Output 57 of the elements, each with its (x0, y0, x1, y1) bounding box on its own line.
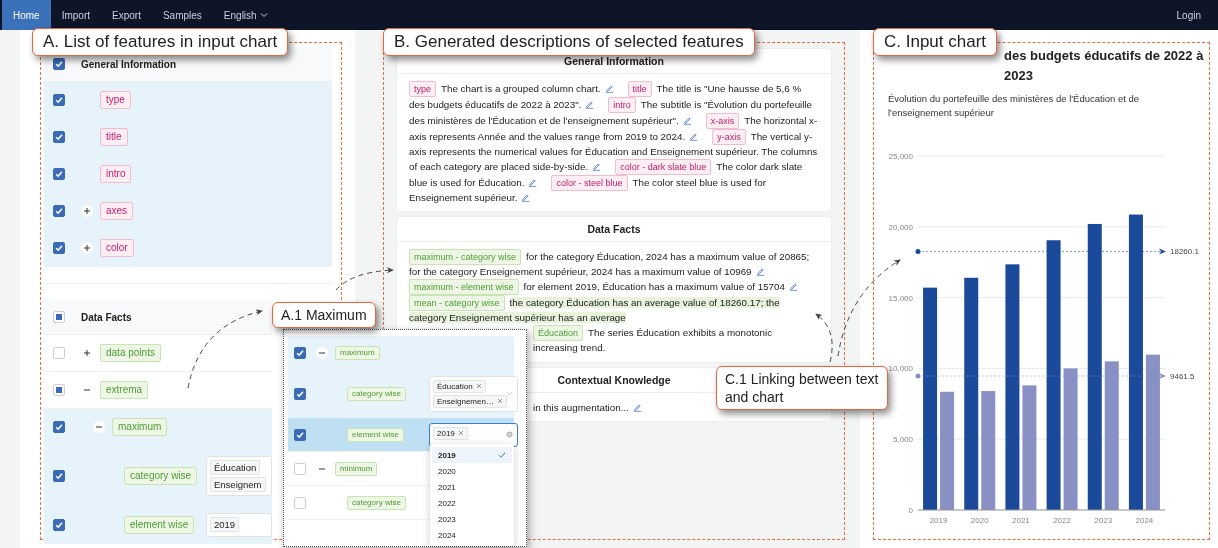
feature-tag: category wise (347, 495, 406, 510)
feature-tag: color (100, 239, 134, 257)
axis-label: 2019 (929, 516, 948, 525)
mean-label: 9461.5 (1170, 372, 1195, 382)
axis-label: 2024 (1135, 516, 1154, 525)
feature-tag: title (100, 128, 128, 146)
feature-tag: title (627, 81, 652, 97)
callout-label: A.1 Maximum (272, 302, 376, 328)
group-title: Data Facts (81, 311, 133, 323)
feature-tag: maximum (335, 345, 380, 360)
feature-tag: extrema (100, 381, 149, 399)
feature-tag: type (100, 91, 131, 109)
chart-title: des budgets éducatifs de 2022 à 2023 (1004, 47, 1204, 85)
chip-label: Éducation (214, 462, 257, 473)
axis-label: 0 (908, 506, 913, 515)
mean-label: 18260.1 (1170, 247, 1199, 257)
callout-label: B. Generated descriptions of selected features (383, 28, 755, 56)
chip-label: 2019 (214, 519, 236, 530)
feature-tag: type (409, 81, 436, 97)
axis-label: 15,000 (888, 293, 913, 303)
feature-tag: intro (608, 97, 636, 113)
description-paragraph: maximum - category wise for the category Éducation, 2024 has a maximum value of 20865; for the category Enseignement supérieur, 2024 has a maximum value of 10969 maximum - element wise for element 2019, Éducation has a maximum value of 15704 mean - category wise the category Éducation has an average value of 18260.17; the category Enseignement supérieur has an average (409, 249, 811, 324)
callout-label: C. Input chart (873, 28, 998, 56)
feature-tag: y-axis (712, 129, 746, 145)
feature-tag: data points (100, 344, 161, 362)
group-title: General Information (81, 58, 177, 70)
axis-label: 2022 (1053, 516, 1071, 525)
axis-label: 20,000 (888, 222, 913, 232)
feature-tag: maximum - category wise (409, 249, 522, 265)
section-title: Data Facts (397, 217, 831, 242)
chip-label: 2019 (437, 428, 455, 438)
feature-tag: intro (100, 165, 132, 183)
feature-tag: maximum - element wise (409, 278, 519, 295)
feature-tag: maximum (112, 418, 168, 436)
axis-label: 2021 (1012, 516, 1030, 525)
feature-tag: x-axis (705, 113, 740, 129)
feature-tag: element wise (347, 427, 404, 442)
chip-label: Éducation (437, 381, 473, 391)
callout-label: A. List of features in input chart (32, 28, 289, 56)
feature-tag: color - dark slate blue (615, 158, 712, 175)
feature-tag: element wise (124, 516, 195, 534)
axis-label: 10,000 (888, 364, 913, 374)
axis-label: 25,000 (888, 152, 913, 161)
axis-label: 2020 (970, 516, 989, 525)
feature-tag: Éducation (533, 325, 584, 341)
feature-tag: category wise (124, 467, 198, 485)
axis-label: 2023 (1094, 516, 1113, 525)
axis-label: 5,000 (892, 435, 913, 445)
feature-tag: category wise (347, 386, 406, 401)
feature-tag: color - steel blue (551, 174, 628, 191)
chart-subtitle: Évolution du portefeuille des ministères de l'Éducation et de l'enseignement supérieur (887, 92, 1141, 120)
description-paragraph: type The chart is a grouped column chart. title The title is "Une hausse de 5,6 % des budgets éducatifs de 2022 à 2023". intro The subtitle is "Évolution du portefeuille des ministères de l'Éducation et de l'enseignement supérieur". x-axis The horizontal x-axis represents Année and the values range from 2019 to 2024. y-axis The vertical y-axis represents the numerical values for Éducation and Enseignement supérieur. The columns of each category are placed side-by-side. color - dark slate blue The color dark slate blue is used for Éducation. color - steel blue The color steel blue is used for Enseignement supérieur. (409, 81, 819, 204)
callout-label: C.1 Linking between text and chart (716, 366, 888, 410)
feature-tag: minimum (335, 461, 378, 476)
chip-label: Enseignem (214, 479, 262, 490)
chip-label: Enseignemen… (437, 396, 494, 406)
feature-tag: axes (100, 202, 134, 220)
